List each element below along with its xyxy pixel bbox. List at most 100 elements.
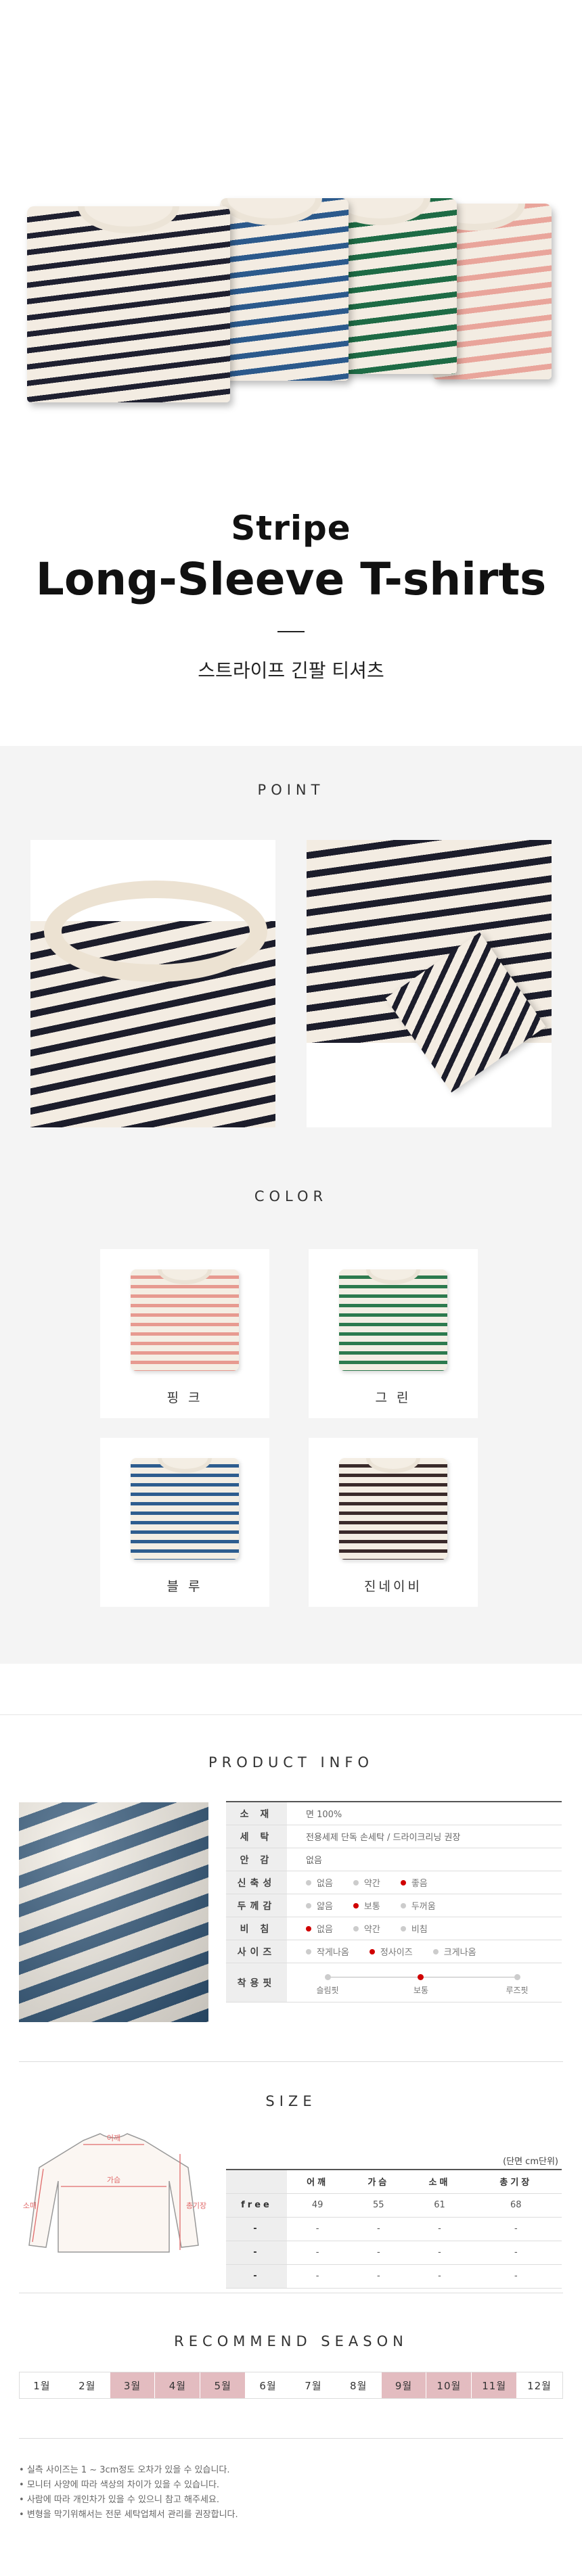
fit-dot-selected-icon xyxy=(418,1973,424,1980)
title-divider xyxy=(277,631,305,632)
pink-shirt-image xyxy=(131,1269,239,1371)
point-image-sleeve xyxy=(307,840,552,1127)
table-row: - - - - - xyxy=(226,2217,562,2241)
month-2: 2월 xyxy=(65,2372,110,2398)
month-6: 6월 xyxy=(246,2372,291,2398)
season-bar: 1월 2월 3월 4월 5월 6월 7월 8월 9월 10월 11월 12월 xyxy=(19,2372,563,2399)
table-row: - - - - - xyxy=(226,2264,562,2289)
color-title: COLOR xyxy=(254,1188,328,1204)
month-3-active: 3월 xyxy=(110,2372,156,2398)
month-7: 7월 xyxy=(291,2372,336,2398)
color-label: 진네이비 xyxy=(364,1579,422,1594)
option: 약간 xyxy=(353,1876,380,1889)
fit-dot-icon xyxy=(325,1973,331,1980)
info-row-washing: 세 탁 전용세제 단독 손세탁 / 드라이크리닝 권장 xyxy=(226,1825,562,1848)
point-title: POINT xyxy=(257,782,325,798)
option: 보통 xyxy=(353,1899,380,1912)
color-label: 블 루 xyxy=(166,1579,203,1594)
option: 약간 xyxy=(353,1922,380,1935)
option: 비침 xyxy=(400,1922,428,1935)
product-info-title: PRODUCT INFO xyxy=(208,1754,374,1771)
option: 크게나옴 xyxy=(432,1945,476,1958)
option-dot-icon xyxy=(306,1902,311,1908)
option: 얇음 xyxy=(306,1899,333,1912)
info-row-size: 사이즈 작게나옴 정사이즈 크게나옴 xyxy=(226,1940,562,1963)
note-item: 실측 사이즈는 1 ~ 3cm정도 오차가 있을 수 있습니다. xyxy=(19,2463,238,2478)
info-key: 안 감 xyxy=(226,1848,287,1871)
info-key: 두께감 xyxy=(226,1894,287,1917)
section-divider xyxy=(19,2438,563,2439)
hero-subtitle: 스트라이프 긴팔 티셔츠 xyxy=(198,659,384,682)
info-key: 사이즈 xyxy=(226,1940,287,1963)
info-key: 신축성 xyxy=(226,1871,287,1894)
fit-label: 보통 xyxy=(413,1985,429,1995)
section-divider xyxy=(19,2061,563,2062)
option-dot-selected-icon xyxy=(400,1879,406,1886)
month-9-active: 9월 xyxy=(381,2372,427,2398)
option-dot-icon xyxy=(400,1925,406,1931)
notes-list: 실측 사이즈는 1 ~ 3cm정도 오차가 있을 수 있습니다. 모니터 사양에… xyxy=(19,2463,238,2523)
info-value: 전용세제 단독 손세탁 / 드라이크리닝 권장 xyxy=(306,1833,461,1843)
info-options: 작게나옴 정사이즈 크게나옴 xyxy=(287,1940,562,1963)
month-12: 12월 xyxy=(517,2372,562,2398)
info-value: 없음 xyxy=(306,1856,322,1866)
option-dot-icon xyxy=(400,1902,406,1908)
option-dot-selected-icon xyxy=(369,1948,375,1954)
info-row-stretch: 신축성 없음 약간 좋음 xyxy=(226,1871,562,1894)
color-option-pink[interactable]: 핑 크 xyxy=(100,1249,269,1418)
fit-scale: 슬림핏 보통 루즈핏 xyxy=(287,1963,562,2002)
info-row-lining: 안 감 없음 xyxy=(226,1848,562,1871)
option-dot-selected-icon xyxy=(353,1902,359,1908)
size-table: 어깨 가슴 소매 총기장 free 49 55 61 68 - - - - - … xyxy=(226,2169,562,2289)
note-item: 변형을 막기위해서는 전문 세탁업체서 관리를 권장합니다. xyxy=(19,2508,238,2523)
diagram-label-sleeve: 소매 xyxy=(23,2201,37,2210)
product-info-table: 소 재 면 100% 세 탁 전용세제 단독 손세탁 / 드라이크리닝 권장 안… xyxy=(226,1801,562,2003)
color-option-green[interactable]: 그 린 xyxy=(309,1249,478,1418)
size-unit: (단면 cm단위) xyxy=(503,2157,558,2167)
color-option-blue[interactable]: 블 루 xyxy=(100,1438,269,1607)
table-row: free 49 55 61 68 xyxy=(226,2193,562,2218)
option-dot-icon xyxy=(306,1948,311,1954)
hero-title-line2: Long-Sleeve T-shirts xyxy=(35,553,547,605)
info-row-fit: 착용핏 슬림핏 보통 루즈핏 xyxy=(226,1963,562,2003)
month-11-active: 11월 xyxy=(472,2372,518,2398)
fit-label: 루즈핏 xyxy=(506,1985,529,1995)
fit-label: 슬림핏 xyxy=(316,1985,339,1995)
size-table-header: 어깨 가슴 소매 총기장 xyxy=(226,2170,562,2194)
note-item: 사람에 따라 개인차가 있을 수 있으니 참고 해주세요. xyxy=(19,2493,238,2508)
size-title: SIZE xyxy=(265,2093,317,2109)
option: 정사이즈 xyxy=(369,1945,413,1958)
option-dot-icon xyxy=(306,1879,311,1886)
info-key: 착용핏 xyxy=(226,1963,287,2002)
month-1: 1월 xyxy=(20,2372,65,2398)
shirt-navy xyxy=(27,206,230,402)
diagram-label-chest: 가슴 xyxy=(107,2176,120,2184)
info-options: 없음 약간 좋음 xyxy=(287,1871,562,1894)
info-value: 면 100% xyxy=(306,1810,342,1820)
hero-section: Stripe Long-Sleeve T-shirts 스트라이프 긴팔 티셔츠 xyxy=(0,0,582,744)
month-8: 8월 xyxy=(336,2372,382,2398)
option-dot-selected-icon xyxy=(306,1925,311,1931)
option-dot-icon xyxy=(432,1948,439,1954)
option: 없음 xyxy=(306,1876,333,1889)
info-key: 소 재 xyxy=(226,1802,287,1825)
info-row-sheerness: 비 침 없음 약간 비침 xyxy=(226,1917,562,1940)
color-label: 그 린 xyxy=(375,1390,411,1405)
fit-dot-icon xyxy=(514,1973,520,1980)
info-row-material: 소 재 면 100% xyxy=(226,1802,562,1825)
table-row: - - - - - xyxy=(226,2241,562,2265)
shirt-blue xyxy=(220,198,349,381)
size-diagram: 어깨 가슴 소매 총기장 xyxy=(23,2133,206,2253)
blue-shirt-image xyxy=(131,1458,239,1560)
info-key: 비 침 xyxy=(226,1917,287,1940)
info-options: 없음 약간 비침 xyxy=(287,1917,562,1940)
info-row-thickness: 두께감 얇음 보통 두꺼움 xyxy=(226,1894,562,1917)
diagram-label-shoulder: 어깨 xyxy=(107,2134,120,2142)
month-5-active: 5월 xyxy=(200,2372,246,2398)
info-options: 얇음 보통 두꺼움 xyxy=(287,1894,562,1917)
green-shirt-image xyxy=(339,1269,447,1371)
color-option-navy[interactable]: 진네이비 xyxy=(309,1438,478,1607)
navy-shirt-image xyxy=(339,1458,447,1560)
option: 좋음 xyxy=(400,1876,428,1889)
option-dot-icon xyxy=(353,1925,359,1931)
